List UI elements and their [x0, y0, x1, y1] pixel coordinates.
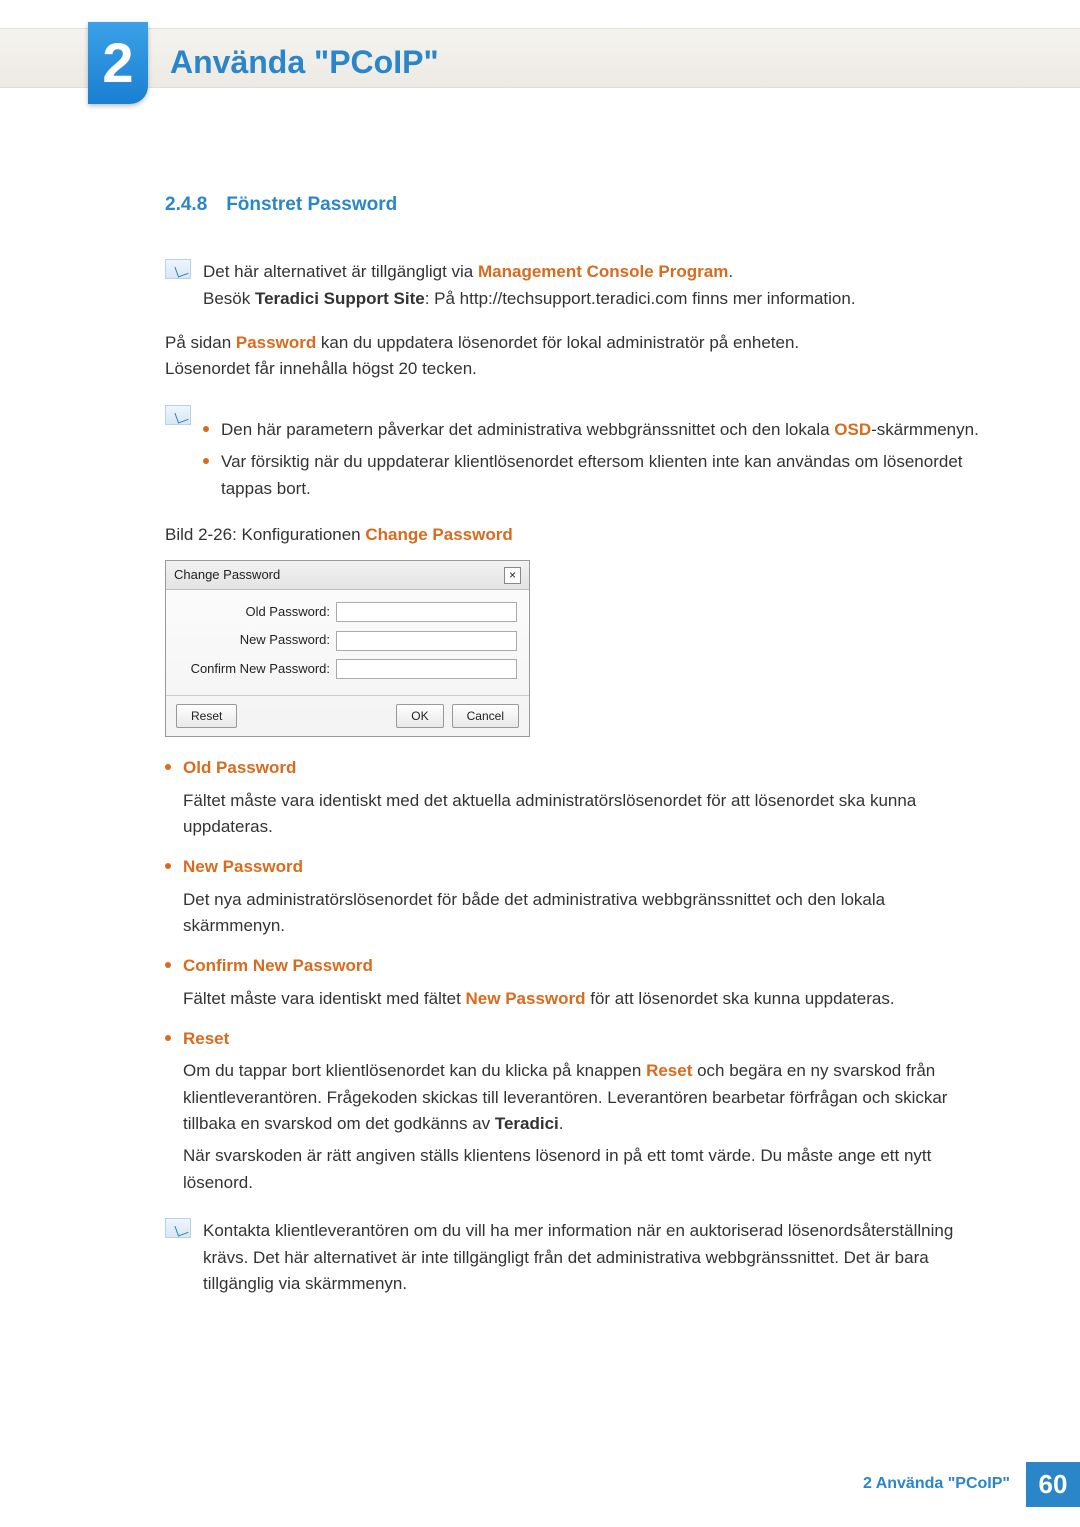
field-desc: Fältet måste vara identiskt med det aktu…: [183, 788, 984, 841]
chapter-title: Använda "PCoIP": [170, 38, 439, 88]
field-confirm-password: Confirm New Password Fältet måste vara i…: [165, 953, 984, 1012]
field-reset: Reset Om du tappar bort klientlösenordet…: [165, 1026, 984, 1196]
bullet-icon: [165, 1035, 171, 1041]
dialog-titlebar: Change Password ×: [166, 561, 529, 590]
warning-bullet-2: Var försiktig när du uppdaterar klientlö…: [203, 449, 984, 502]
field-desc: Det nya administratörslösenordet för båd…: [183, 887, 984, 940]
note-icon: [165, 1218, 191, 1238]
warning-bullet-1: Den här parametern påverkar det administ…: [203, 417, 984, 443]
note-icon: [165, 259, 191, 279]
field-new-password: New Password Det nya administratörslösen…: [165, 854, 984, 939]
field-old-password: Old Password Fältet måste vara identiskt…: [165, 755, 984, 840]
footer-chapter-label: 2 Använda "PCoIP": [847, 1462, 1026, 1507]
field-name: New Password: [183, 854, 984, 880]
intro-paragraph-1: På sidan Password kan du uppdatera lösen…: [165, 330, 984, 356]
header-band: [0, 28, 1080, 88]
new-password-label: New Password:: [178, 630, 336, 650]
chapter-number-badge: 2: [88, 22, 148, 104]
bullet-icon: [165, 764, 171, 770]
field-desc-2: När svarskoden är rätt angiven ställs kl…: [183, 1143, 984, 1196]
bullet-icon: [203, 426, 209, 432]
field-desc: Fältet måste vara identiskt med fältet N…: [183, 986, 984, 1012]
note-warning: Den här parametern påverkar det administ…: [165, 405, 984, 502]
page-footer: 2 Använda "PCoIP" 60: [847, 1462, 1080, 1507]
dialog-title-text: Change Password: [174, 565, 280, 585]
old-password-input[interactable]: [336, 602, 517, 622]
note-line-2: Besök Teradici Support Site: På http://t…: [203, 286, 984, 312]
footer-page-number: 60: [1026, 1462, 1080, 1507]
confirm-password-label: Confirm New Password:: [178, 659, 336, 679]
section-number: 2.4.8: [165, 194, 207, 215]
ok-button[interactable]: OK: [396, 704, 443, 729]
field-descriptions: Old Password Fältet måste vara identiskt…: [165, 755, 984, 1196]
confirm-password-input[interactable]: [336, 659, 517, 679]
section-title: Fönstret Password: [226, 194, 397, 215]
bullet-icon: [165, 863, 171, 869]
field-name: Confirm New Password: [183, 953, 984, 979]
note-icon: [165, 405, 191, 425]
intro-paragraph-2: Lösenordet får innehålla högst 20 tecken…: [165, 356, 984, 382]
close-button[interactable]: ×: [504, 567, 521, 584]
bullet-icon: [165, 962, 171, 968]
note-line-1: Det här alternativet är tillgängligt via…: [203, 259, 984, 285]
note-contact-text: Kontakta klientleverantören om du vill h…: [203, 1218, 984, 1297]
field-desc-1: Om du tappar bort klientlösenordet kan d…: [183, 1058, 984, 1137]
field-name: Old Password: [183, 755, 984, 781]
note-availability: Det här alternativet är tillgängligt via…: [165, 259, 984, 312]
reset-button[interactable]: Reset: [176, 704, 237, 729]
section-heading: 2.4.8 Fönstret Password: [165, 190, 984, 219]
field-name: Reset: [183, 1026, 984, 1052]
figure-caption: Bild 2-26: Konfigurationen Change Passwo…: [165, 522, 984, 548]
bullet-icon: [203, 458, 209, 464]
cancel-button[interactable]: Cancel: [452, 704, 519, 729]
new-password-input[interactable]: [336, 631, 517, 651]
page-content: 2.4.8 Fönstret Password Det här alternat…: [165, 190, 984, 1297]
old-password-label: Old Password:: [178, 602, 336, 622]
note-contact: Kontakta klientleverantören om du vill h…: [165, 1218, 984, 1297]
change-password-dialog: Change Password × Old Password: New Pass…: [165, 560, 530, 737]
